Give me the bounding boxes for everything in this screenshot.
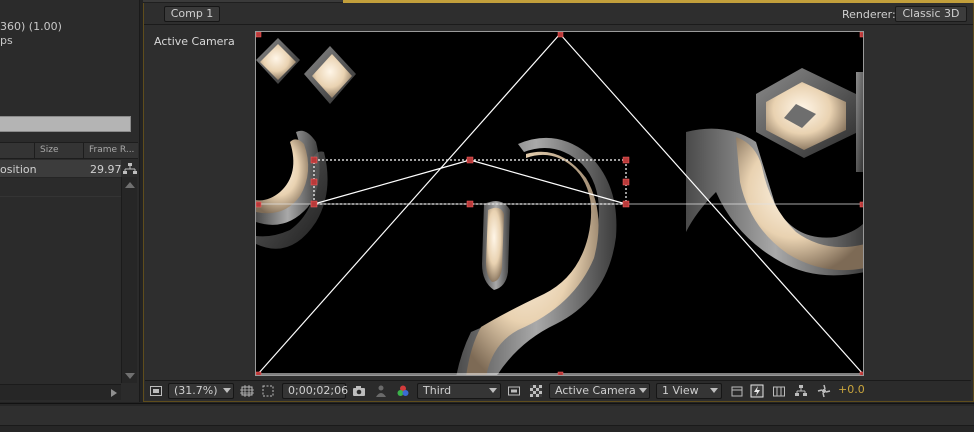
timeline-tab-bar bbox=[0, 406, 974, 426]
renderer-label: Renderer: bbox=[842, 8, 896, 21]
scroll-down-icon[interactable] bbox=[125, 373, 135, 379]
tab-comp-1[interactable]: Comp 1 bbox=[164, 6, 220, 22]
snapshot-icon[interactable] bbox=[352, 384, 366, 398]
project-search-input[interactable] bbox=[0, 116, 131, 132]
glyph-center bbox=[456, 138, 617, 375]
column-frame-rate[interactable]: Frame R... bbox=[89, 145, 134, 155]
channel-icon[interactable] bbox=[396, 384, 410, 398]
region-of-interest-icon[interactable] bbox=[261, 384, 275, 398]
view-layout-dropdown[interactable]: 1 View bbox=[656, 383, 722, 399]
magnification-value: (31.7%) bbox=[174, 384, 218, 397]
project-item-row[interactable]: osition 29.97 bbox=[0, 160, 122, 178]
flowchart-icon[interactable] bbox=[794, 384, 808, 398]
camera-view-value: Active Camera bbox=[555, 384, 636, 397]
exposure-value[interactable]: +0.0 bbox=[838, 383, 865, 396]
active-view-label: Active Camera bbox=[154, 35, 235, 48]
timecode-value: 0;00;02;06 bbox=[288, 384, 349, 397]
project-vertical-scrollbar[interactable] bbox=[121, 177, 137, 383]
comp-info-duration: ps bbox=[0, 34, 13, 47]
chevron-down-icon bbox=[489, 388, 497, 393]
always-preview-icon[interactable] bbox=[149, 384, 163, 398]
column-size[interactable]: Size bbox=[40, 145, 58, 155]
grid-icon[interactable] bbox=[240, 384, 254, 398]
exposure-reset-icon[interactable] bbox=[817, 384, 831, 398]
project-panel: 360) (1.00) ps Size Frame R... osition 2… bbox=[0, 0, 140, 402]
project-horizontal-scrollbar[interactable] bbox=[0, 384, 121, 400]
glyph-dots-left bbox=[256, 38, 356, 104]
3d-view-dropdown[interactable]: Active Camera bbox=[549, 383, 650, 399]
mask-toggle-icon[interactable] bbox=[507, 384, 521, 398]
scene-render bbox=[256, 32, 863, 375]
active-panel-highlight bbox=[343, 0, 974, 3]
panel-header-strip bbox=[143, 0, 343, 3]
flowchart-icon[interactable] bbox=[122, 162, 138, 176]
project-column-header: Size Frame R... bbox=[0, 142, 138, 159]
resolution-value: Third bbox=[423, 384, 452, 397]
current-time-display[interactable]: 0;00;02;06 bbox=[282, 383, 349, 399]
view-layout-value: 1 View bbox=[662, 384, 699, 397]
toggle-pixel-aspect-icon[interactable] bbox=[730, 384, 744, 398]
transparency-grid-icon[interactable] bbox=[529, 384, 543, 398]
timeline-icon[interactable] bbox=[772, 384, 786, 398]
timeline-panel-strip bbox=[0, 403, 974, 432]
glyph-right bbox=[686, 68, 863, 276]
glyph-left bbox=[256, 130, 328, 249]
show-snapshot-icon[interactable] bbox=[374, 384, 388, 398]
chevron-down-icon bbox=[223, 388, 231, 393]
project-item-name: osition bbox=[0, 163, 37, 176]
fast-preview-icon[interactable] bbox=[750, 384, 764, 398]
renderer-button[interactable]: Classic 3D bbox=[895, 6, 967, 22]
resolution-dropdown[interactable]: Third bbox=[417, 383, 501, 399]
chevron-down-icon bbox=[639, 388, 647, 393]
magnification-dropdown[interactable]: (31.7%) bbox=[168, 383, 234, 399]
scroll-up-icon[interactable] bbox=[125, 182, 135, 188]
project-item-frame-rate: 29.97 bbox=[90, 163, 122, 176]
tab-divider bbox=[144, 24, 973, 25]
comp-info-resolution: 360) (1.00) bbox=[0, 20, 62, 33]
chevron-down-icon bbox=[710, 388, 718, 393]
composition-canvas[interactable] bbox=[255, 31, 864, 376]
scroll-right-icon[interactable] bbox=[111, 389, 117, 397]
